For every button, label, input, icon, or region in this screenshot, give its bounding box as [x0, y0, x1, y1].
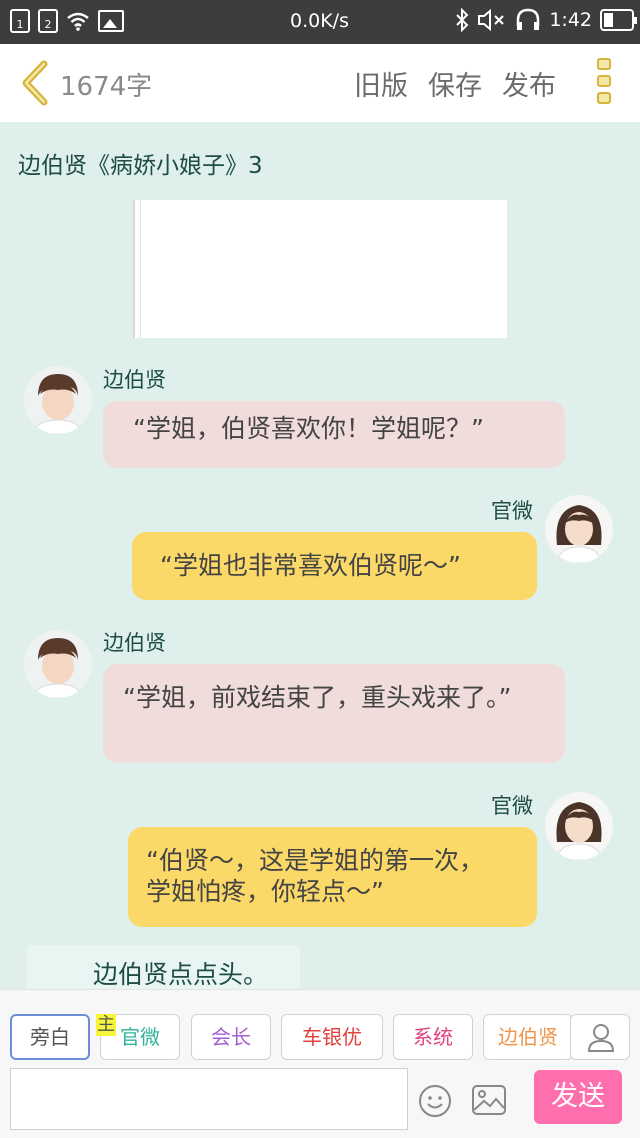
sender-name: 官微: [491, 794, 533, 818]
main-role-badge: 主: [96, 1014, 116, 1036]
role-tab-baekhyun[interactable]: 边伯贤: [483, 1014, 573, 1060]
sender-name: 边伯贤: [103, 631, 166, 655]
sender-name: 官微: [491, 499, 533, 523]
more-icon[interactable]: [593, 58, 615, 110]
chevron-left-icon[interactable]: [18, 60, 54, 106]
boy-avatar-icon: [24, 630, 92, 698]
narration-block[interactable]: 边伯贤点点头。: [27, 945, 300, 995]
word-count: 1674字: [60, 72, 153, 102]
sim1-icon: 1: [10, 9, 30, 33]
picture-notification-icon: [98, 10, 124, 32]
role-label: 车银优: [302, 1025, 362, 1049]
message-bubble[interactable]: “学姐，前戏结束了，重头戏来了。”: [103, 664, 565, 763]
clock: 1:42: [549, 9, 592, 31]
send-button[interactable]: 发送: [534, 1070, 622, 1124]
role-label: 会长: [211, 1025, 251, 1049]
girl-avatar-icon: [545, 792, 613, 860]
message-bubble[interactable]: “学姐，伯贤喜欢你！学姐呢？”: [103, 401, 565, 468]
network-speed: 0.0K/s: [290, 10, 349, 32]
message-input[interactable]: [10, 1068, 408, 1130]
wifi-icon: [67, 12, 89, 31]
role-tab-president[interactable]: 会长: [191, 1014, 271, 1060]
avatar[interactable]: [545, 792, 613, 860]
role-label: 系统: [413, 1025, 453, 1049]
old-version-button[interactable]: 旧版: [354, 64, 408, 103]
role-tab-narrator[interactable]: 旁白: [10, 1014, 90, 1060]
publish-button[interactable]: 发布: [502, 64, 556, 103]
story-title: 边伯贤《病娇小娘子》3: [18, 153, 263, 179]
image-icon[interactable]: [471, 1084, 507, 1116]
sim2-icon: 2: [38, 9, 58, 33]
status-bar: 1 2 0.0K/s 1:42: [0, 0, 640, 44]
story-image[interactable]: [133, 200, 507, 338]
avatar[interactable]: [24, 366, 92, 434]
avatar[interactable]: [545, 495, 613, 563]
save-button[interactable]: 保存: [428, 64, 482, 103]
role-label: 官微: [120, 1025, 160, 1049]
role-tab-cha-eunwoo[interactable]: 车银优: [281, 1014, 383, 1060]
role-label: 边伯贤: [498, 1025, 558, 1049]
role-tab-system[interactable]: 系统: [393, 1014, 473, 1060]
editor-header: 1674字 旧版 保存 发布: [0, 44, 640, 122]
battery-icon: [600, 9, 637, 31]
bluetooth-icon: [456, 8, 469, 32]
headphones-icon: [517, 8, 540, 30]
role-label: 旁白: [30, 1025, 70, 1049]
message-bubble[interactable]: “伯贤～，这是学姐的第一次，学姐怕疼，你轻点～”: [128, 827, 537, 927]
avatar[interactable]: [24, 630, 92, 698]
mute-icon: [478, 9, 505, 31]
smiley-icon[interactable]: [418, 1084, 452, 1118]
message-bubble[interactable]: “学姐也非常喜欢伯贤呢～”: [132, 532, 537, 600]
sender-name: 边伯贤: [103, 368, 166, 392]
boy-avatar-icon: [24, 366, 92, 434]
input-panel: 旁白 官微 主 会长 车银优 系统 边伯贤 发送: [0, 989, 640, 1138]
person-icon[interactable]: [570, 1014, 630, 1060]
girl-avatar-icon: [545, 495, 613, 563]
